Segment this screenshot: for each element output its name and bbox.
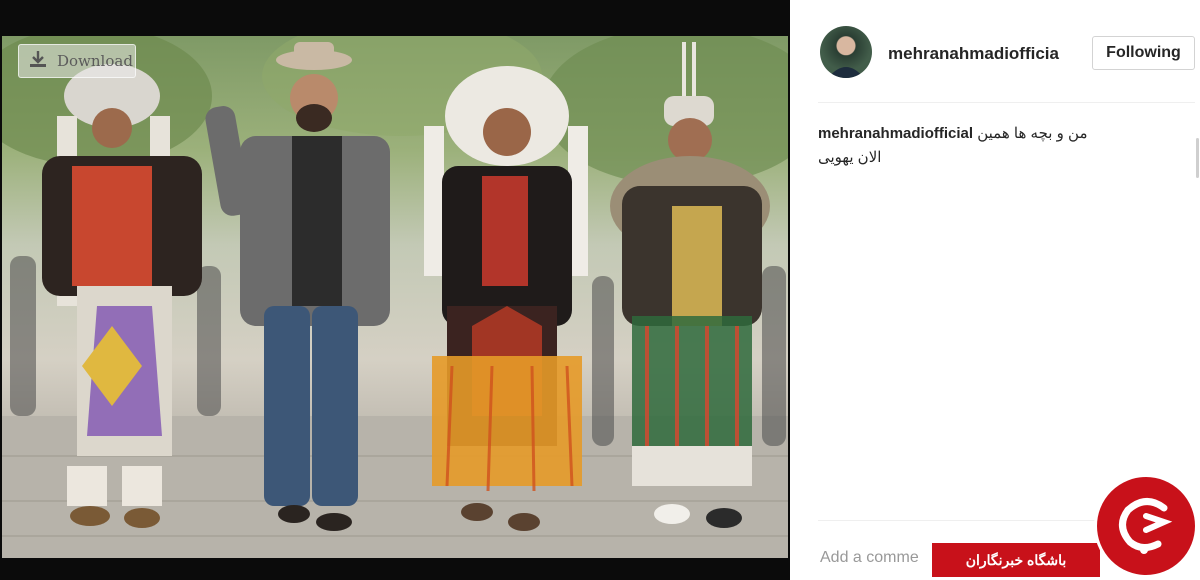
watermark-logo-icon <box>1094 474 1198 578</box>
caption-text-line1: من و بچه ها همین <box>977 125 1088 142</box>
download-icon <box>27 49 49 74</box>
header-divider <box>818 102 1195 103</box>
post-photo[interactable] <box>2 36 788 558</box>
watermark-banner: باشگاه خبرنگاران <box>932 543 1100 577</box>
download-button[interactable]: Download <box>18 44 136 78</box>
download-label: Download <box>57 52 133 70</box>
photo-illustration <box>2 36 788 558</box>
post-caption: mehranahmadiofficial من و بچه ها همین ال… <box>818 122 1168 170</box>
post-username[interactable]: mehranahmadiofficia <box>888 44 1059 64</box>
photo-viewer: Download <box>0 0 790 580</box>
caption-text-line2: الان یهویی <box>818 149 882 166</box>
caption-username[interactable]: mehranahmadiofficial <box>818 125 973 142</box>
following-button[interactable]: Following <box>1092 36 1195 70</box>
avatar[interactable] <box>820 26 872 78</box>
avatar-illustration <box>828 37 864 78</box>
caption-scrollbar[interactable] <box>1196 138 1199 178</box>
watermark-text: باشگاه خبرنگاران <box>965 551 1067 568</box>
